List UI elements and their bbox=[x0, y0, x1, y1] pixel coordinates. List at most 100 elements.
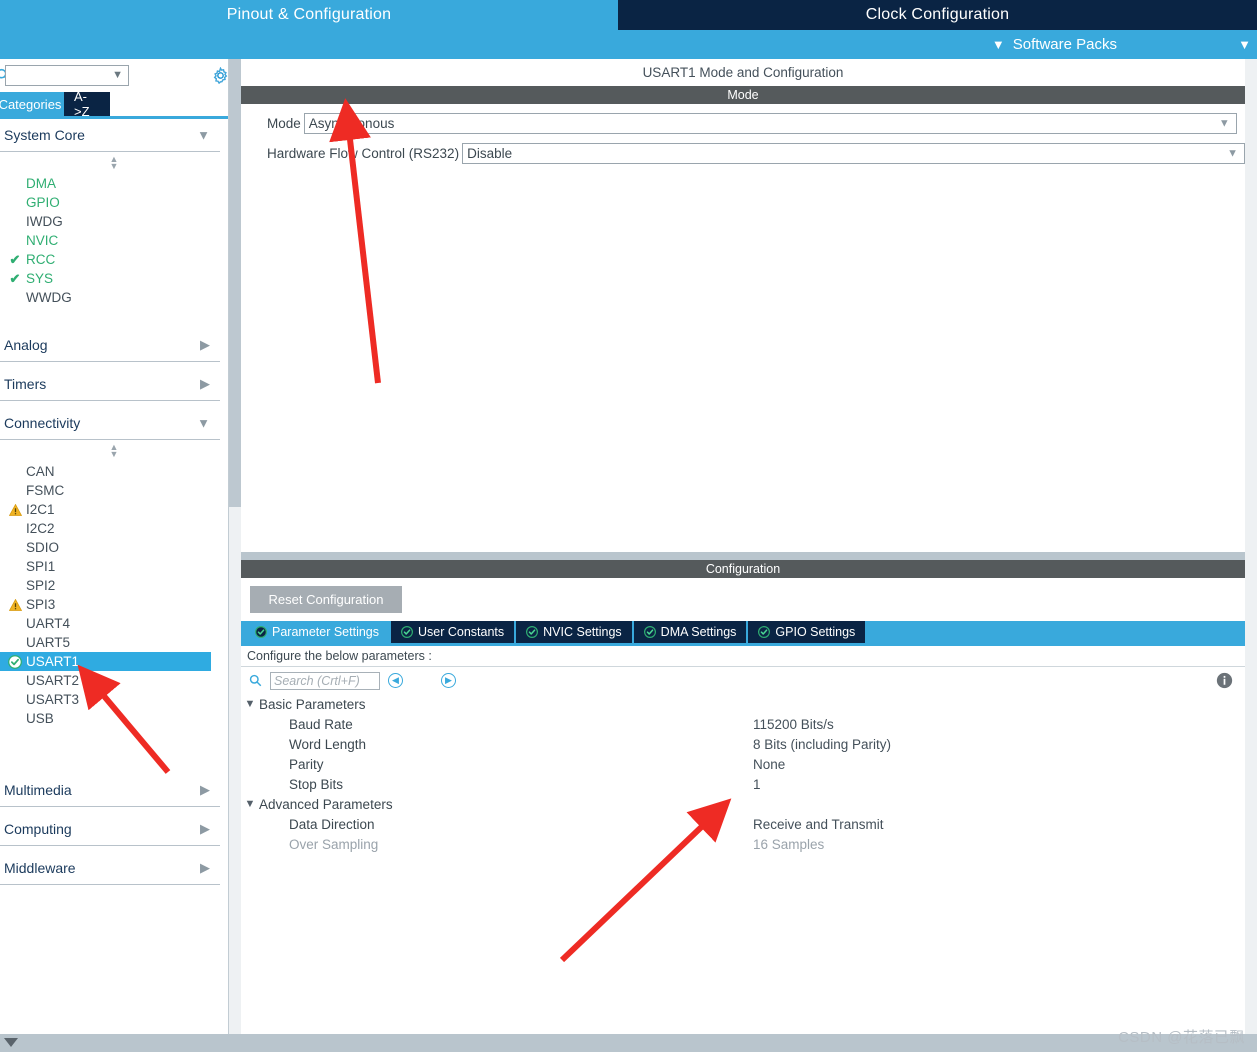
sidebar-item-usart1[interactable]: USART1 bbox=[0, 652, 211, 671]
tab-gpio-settings[interactable]: GPIO Settings bbox=[748, 621, 866, 643]
parameter-search-input[interactable]: Search (Crtl+F) bbox=[270, 671, 380, 690]
parameter-section-advanced[interactable]: ▼ Advanced Parameters bbox=[241, 794, 1245, 814]
sidebar-item-i2c1[interactable]: I2C1 bbox=[0, 500, 228, 519]
sidebar-group-system-core-body: ▲ ▼ DMA GPIO IWDG NVIC ✔ RCC ✔ SYS WWDG bbox=[0, 152, 228, 329]
parameter-parity-label: Parity bbox=[289, 756, 324, 772]
chevron-down-icon: ▼ bbox=[112, 69, 123, 81]
scroll-spinner-handle[interactable]: ▲ ▼ bbox=[0, 152, 228, 174]
parameter-data-direction-value[interactable]: Receive and Transmit bbox=[753, 817, 884, 832]
sidebar-item-usart3[interactable]: USART3 bbox=[0, 690, 228, 709]
parameter-row-word-length[interactable]: Word Length 8 Bits (including Parity) bbox=[241, 734, 1245, 754]
status-icon-none bbox=[6, 579, 24, 593]
sidebar-group-connectivity[interactable]: Connectivity ▼ bbox=[0, 407, 220, 440]
status-icon-none bbox=[6, 291, 24, 305]
status-icon-none bbox=[6, 541, 24, 555]
gear-icon[interactable] bbox=[212, 67, 229, 84]
sidebar-item-usart1-label: USART1 bbox=[26, 654, 80, 669]
sidebar-item-sdio[interactable]: SDIO bbox=[0, 538, 228, 557]
sidebar-item-rcc[interactable]: ✔ RCC bbox=[0, 250, 228, 269]
sidebar-tab-categories[interactable]: Categories bbox=[0, 92, 64, 116]
hardware-flow-control-label: Hardware Flow Control (RS232) bbox=[267, 146, 460, 161]
tab-nvic-settings[interactable]: NVIC Settings bbox=[516, 621, 632, 643]
main-vertical-scrollbar[interactable] bbox=[1245, 59, 1257, 1034]
sidebar-item-i2c2-label: I2C2 bbox=[26, 521, 55, 536]
scroll-spinner-handle[interactable]: ▲ ▼ bbox=[0, 440, 228, 462]
parameter-row-over-sampling: Over Sampling 16 Samples bbox=[241, 834, 1245, 854]
sidebar-item-uart5-label: UART5 bbox=[26, 635, 71, 650]
sidebar-group-timers[interactable]: Timers ▶ bbox=[0, 368, 220, 401]
sidebar-group-system-core[interactable]: System Core ▼ bbox=[0, 119, 220, 152]
parameter-word-length-value[interactable]: 8 Bits (including Parity) bbox=[753, 737, 891, 752]
sidebar-group-middleware[interactable]: Middleware ▶ bbox=[0, 852, 220, 885]
chevron-down-icon: ▼ bbox=[244, 698, 256, 710]
search-next-button[interactable]: ▶ bbox=[441, 673, 456, 688]
bottom-scrollbar[interactable] bbox=[0, 1034, 1257, 1052]
sidebar-item-gpio-label: GPIO bbox=[26, 195, 60, 210]
sidebar-item-sys[interactable]: ✔ SYS bbox=[0, 269, 228, 288]
mode-panel: Mode Asynchronous ▼ Hardware Flow Contro… bbox=[241, 113, 1245, 560]
sidebar-group-computing[interactable]: Computing ▶ bbox=[0, 813, 220, 846]
sidebar-item-iwdg-label: IWDG bbox=[26, 214, 63, 229]
sidebar-item-spi1[interactable]: SPI1 bbox=[0, 557, 228, 576]
parameter-row-baud-rate[interactable]: Baud Rate 115200 Bits/s bbox=[241, 714, 1245, 734]
parameter-section-basic-label: Basic Parameters bbox=[259, 696, 366, 712]
parameter-row-stop-bits[interactable]: Stop Bits 1 bbox=[241, 774, 1245, 794]
sidebar-item-i2c1-label: I2C1 bbox=[26, 502, 55, 517]
sidebar-item-uart4[interactable]: UART4 bbox=[0, 614, 228, 633]
sidebar-scrollbar-thumb[interactable] bbox=[229, 59, 241, 507]
sidebar-item-i2c2[interactable]: I2C2 bbox=[0, 519, 228, 538]
mode-select[interactable]: Asynchronous ▼ bbox=[303, 113, 1237, 134]
parameter-row-data-direction[interactable]: Data Direction Receive and Transmit bbox=[241, 814, 1245, 834]
sidebar-item-uart4-label: UART4 bbox=[26, 616, 71, 631]
hardware-flow-control-select[interactable]: Disable ▼ bbox=[462, 143, 1245, 164]
sidebar-item-spi2-label: SPI2 bbox=[26, 578, 56, 593]
tab-dma-settings[interactable]: DMA Settings bbox=[633, 621, 747, 643]
sidebar-tab-a-to-z[interactable]: A->Z bbox=[64, 89, 110, 119]
tab-pinout-configuration[interactable]: Pinout & Configuration bbox=[0, 0, 618, 30]
sidebar-item-fsmc[interactable]: FSMC bbox=[0, 481, 228, 500]
sidebar-item-spi3[interactable]: SPI3 bbox=[0, 595, 228, 614]
parameter-section-basic[interactable]: ▼ Basic Parameters bbox=[241, 694, 1245, 714]
search-previous-button[interactable]: ◀ bbox=[388, 673, 403, 688]
tab-user-constants[interactable]: User Constants bbox=[391, 621, 515, 643]
sidebar-search-row: ▼ bbox=[0, 59, 228, 92]
hardware-flow-control-value: Disable bbox=[467, 146, 513, 161]
sidebar-item-spi2[interactable]: SPI2 bbox=[0, 576, 228, 595]
sidebar-item-can[interactable]: CAN bbox=[0, 462, 228, 481]
mode-section-band-label: Mode bbox=[727, 88, 759, 102]
parameter-search-placeholder: Search (Crtl+F) bbox=[274, 673, 360, 688]
software-packs-bar: ▼ Software Packs ▼ bbox=[0, 30, 1257, 59]
software-packs-expand-button[interactable]: ▼ bbox=[1238, 30, 1251, 59]
sidebar-group-analog[interactable]: Analog ▶ bbox=[0, 329, 220, 362]
parameter-baud-rate-value[interactable]: 115200 Bits/s bbox=[753, 717, 834, 732]
sidebar-item-gpio[interactable]: GPIO bbox=[0, 193, 228, 212]
scroll-down-arrow-icon[interactable] bbox=[4, 1038, 18, 1047]
sidebar-tab-categories-label: Categories bbox=[0, 96, 62, 112]
parameter-stop-bits-value[interactable]: 1 bbox=[753, 777, 761, 792]
tab-parameter-settings[interactable]: Parameter Settings bbox=[245, 621, 389, 643]
parameter-stop-bits-label: Stop Bits bbox=[289, 776, 344, 792]
parameter-row-parity[interactable]: Parity None bbox=[241, 754, 1245, 774]
sidebar-group-connectivity-body: ▲ ▼ CAN FSMC I2C1 I2C2 SDIO SPI1 SPI2 SP… bbox=[0, 440, 228, 774]
sidebar-item-iwdg[interactable]: IWDG bbox=[0, 212, 228, 231]
tab-clock-configuration[interactable]: Clock Configuration bbox=[618, 0, 1257, 30]
sidebar-item-dma[interactable]: DMA bbox=[0, 174, 228, 193]
chevron-right-icon: ▶ bbox=[200, 860, 210, 875]
sidebar-group-computing-label: Computing bbox=[4, 821, 72, 837]
parameter-parity-value[interactable]: None bbox=[753, 757, 785, 772]
sidebar-item-uart5[interactable]: UART5 bbox=[0, 633, 228, 652]
tab-gpio-settings-label: GPIO Settings bbox=[775, 625, 856, 639]
sidebar-item-usart2[interactable]: USART2 bbox=[0, 671, 228, 690]
sidebar-item-nvic[interactable]: NVIC bbox=[0, 231, 228, 250]
parameter-search-row: Search (Crtl+F) ◀ ▶ bbox=[241, 667, 1245, 694]
info-icon[interactable] bbox=[1216, 672, 1233, 689]
software-packs-menu[interactable]: ▼ Software Packs bbox=[992, 30, 1117, 59]
sidebar-vertical-scrollbar[interactable] bbox=[229, 59, 241, 1034]
sidebar-group-spacer bbox=[0, 728, 228, 774]
sidebar-item-usb[interactable]: USB bbox=[0, 709, 228, 728]
sidebar-group-multimedia[interactable]: Multimedia ▶ bbox=[0, 774, 220, 807]
reset-configuration-button[interactable]: Reset Configuration bbox=[250, 586, 402, 613]
sidebar-item-wwdg[interactable]: WWDG bbox=[0, 288, 228, 307]
sidebar-search-combo[interactable]: ▼ bbox=[5, 65, 129, 86]
configuration-panel: Reset Configuration Parameter Settings U… bbox=[241, 578, 1245, 854]
